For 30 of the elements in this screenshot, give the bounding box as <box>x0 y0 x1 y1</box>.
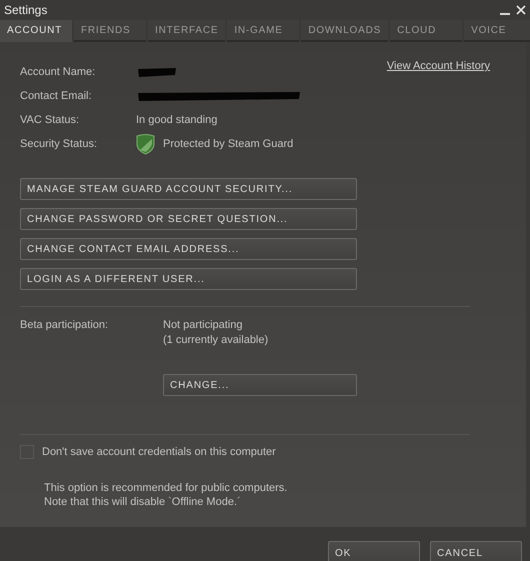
field-label: Contact Email: <box>20 90 93 102</box>
action-button[interactable]: LOGIN AS A DIFFERENT USER... <box>20 268 357 290</box>
tab[interactable]: DOWNLOADS <box>301 20 388 42</box>
redaction-mark <box>136 66 178 78</box>
tab[interactable]: CLOUD <box>390 20 462 42</box>
credentials-note: This option is recommended for public computers. Note that this will disable `Offline Mode.´ <box>44 481 288 509</box>
tab[interactable]: IN-GAME <box>227 20 300 42</box>
change-button[interactable]: CHANGE... <box>163 374 357 396</box>
shield-icon <box>136 133 155 155</box>
close-icon[interactable] <box>516 5 526 15</box>
account-history-link[interactable]: View Account History <box>386 60 490 72</box>
field-value: Protected by Steam Guard <box>163 138 294 150</box>
checkbox-label: Don't save account credentials on this computer <box>42 446 276 458</box>
beta-availability: (1 currently available) <box>163 334 270 346</box>
field-value: In good standing <box>136 114 218 126</box>
beta-status: Not participating <box>163 319 244 331</box>
field-label: Account Name: <box>20 66 96 78</box>
tab[interactable]: INTERFACE <box>148 20 226 42</box>
beta-label: Beta participation: <box>20 319 110 333</box>
action-button[interactable]: CHANGE PASSWORD OR SECRET QUESTION... <box>20 208 357 230</box>
dialog-button[interactable]: CANCEL <box>430 541 522 561</box>
window-title: Settings <box>4 3 48 17</box>
tab[interactable]: VOICE <box>464 20 530 42</box>
action-button[interactable]: CHANGE CONTACT EMAIL ADDRESS... <box>20 238 357 260</box>
field-label: VAC Status: <box>20 114 80 126</box>
tab[interactable]: FRIENDS <box>74 20 146 42</box>
field-label: Security Status: <box>20 138 98 150</box>
dialog-button[interactable]: OK <box>328 541 420 561</box>
tab[interactable]: ACCOUNT <box>0 20 72 42</box>
action-button[interactable]: MANAGE STEAM GUARD ACCOUNT SECURITY... <box>20 178 357 200</box>
